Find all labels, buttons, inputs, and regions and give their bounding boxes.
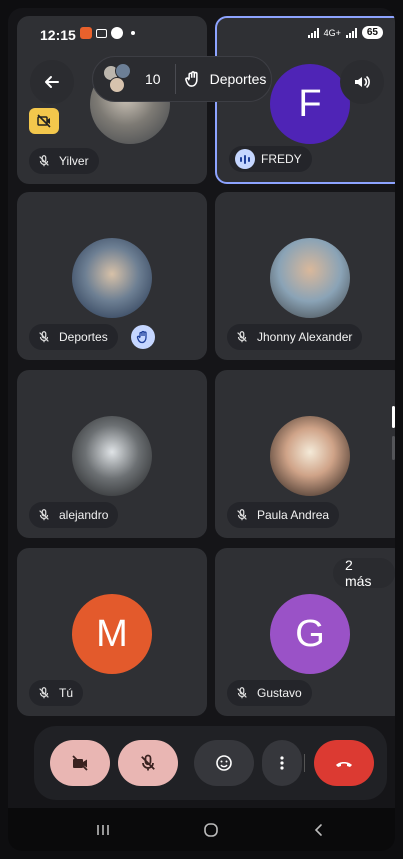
mic-off-icon: [233, 506, 251, 524]
scroll-track: [392, 436, 395, 460]
raised-hand-icon: [131, 325, 155, 349]
microphone-toggle-button[interactable]: [118, 740, 178, 786]
mic-off-icon: [233, 328, 251, 346]
camera-off-indicator: [29, 108, 59, 134]
participant-name-chip: Yilver: [29, 148, 99, 174]
emoji-icon: [216, 755, 232, 771]
reactions-button[interactable]: [194, 740, 254, 786]
arrow-left-icon: [45, 76, 59, 88]
status-bar: 12:15 4G+ 65: [8, 8, 395, 43]
recent-apps-button[interactable]: [88, 818, 118, 842]
participant-name-chip: Paula Andrea: [227, 502, 340, 528]
network-type: 4G+: [323, 27, 341, 38]
more-participants-chip[interactable]: 2 más: [333, 557, 395, 589]
home-button[interactable]: [196, 818, 226, 842]
back-nav-button[interactable]: [304, 818, 334, 842]
raised-hand-icon: [184, 71, 198, 87]
raised-hand-name: Deportes: [209, 71, 267, 87]
notification-icons: [80, 27, 135, 39]
camera-off-icon: [72, 755, 88, 771]
raised-hand-queue[interactable]: Deportes: [184, 70, 267, 88]
participants-button[interactable]: 10 Deportes: [92, 56, 272, 102]
call-controls: [34, 726, 387, 800]
scroll-thumb[interactable]: [392, 406, 395, 428]
avatar: [270, 238, 350, 318]
participant-tile-deportes[interactable]: Deportes: [17, 192, 207, 360]
mic-off-icon: [35, 328, 53, 346]
mic-off-icon: [35, 684, 53, 702]
more-notifications-icon: [131, 31, 135, 35]
avatar: [72, 238, 152, 318]
participant-name: Yilver: [59, 154, 89, 168]
mic-off-icon: [141, 754, 155, 771]
participant-name: Deportes: [59, 330, 108, 344]
hang-up-icon: [336, 762, 352, 767]
mic-off-icon: [35, 506, 53, 524]
participant-name: FREDY: [261, 152, 302, 166]
participant-name: Jhonny Alexander: [257, 330, 353, 344]
participant-tile-paula-andrea[interactable]: Paula Andrea: [215, 370, 395, 538]
mic-off-icon: [233, 684, 251, 702]
participant-tile-self[interactable]: M Tú: [17, 548, 207, 716]
system-navigation-bar: [8, 808, 395, 851]
app-notification-icon: [80, 27, 92, 39]
control-divider: [304, 754, 305, 772]
participant-name-chip: FREDY: [229, 146, 312, 172]
participant-name-chip: Gustavo: [227, 680, 312, 706]
participant-count: 10: [145, 71, 161, 87]
status-time: 12:15: [40, 27, 76, 43]
recents-icon: [97, 825, 109, 835]
signal-icon-2: [345, 27, 357, 38]
video-notification-icon: [96, 28, 107, 38]
signal-icon: [307, 27, 319, 38]
camera-toggle-button[interactable]: [50, 740, 110, 786]
status-right: 4G+ 65: [307, 26, 383, 39]
avatar: M: [72, 594, 152, 674]
participant-tile-jhonny-alexander[interactable]: Jhonny Alexander: [215, 192, 395, 360]
camera-off-icon: [37, 114, 51, 128]
participant-name: alejandro: [59, 508, 109, 522]
facebook-notification-icon: [111, 27, 123, 39]
battery-level: 65: [361, 26, 383, 39]
avatar: [270, 416, 350, 496]
participant-avatars-stack: [103, 63, 135, 95]
end-call-button[interactable]: [314, 740, 374, 786]
mic-off-icon: [35, 152, 53, 170]
avatar: G: [270, 594, 350, 674]
avatar: F: [270, 64, 350, 144]
speaker-icon: [355, 76, 370, 88]
participant-name: Paula Andrea: [257, 508, 330, 522]
audio-output-button[interactable]: [340, 60, 384, 104]
participant-name-chip: Tú: [29, 680, 84, 706]
more-options-button[interactable]: [262, 740, 302, 786]
participant-name-chip: alejandro: [29, 502, 119, 528]
pill-divider: [174, 64, 176, 94]
participant-tile-alejandro[interactable]: alejandro: [17, 370, 207, 538]
meeting-screen: 12:15 4G+ 65 Yilver F FREDY Deportes Jho…: [8, 8, 395, 851]
avatar: [72, 416, 152, 496]
participant-name-chip: Jhonny Alexander: [227, 324, 363, 350]
chevron-left-icon: [314, 824, 322, 836]
participant-name: Gustavo: [257, 686, 302, 700]
participant-name: Tú: [59, 686, 74, 700]
more-vertical-icon: [280, 756, 284, 770]
speaking-indicator-icon: [235, 149, 255, 169]
back-button[interactable]: [30, 60, 74, 104]
home-icon: [204, 823, 218, 837]
participant-name-chip: Deportes: [29, 324, 118, 350]
